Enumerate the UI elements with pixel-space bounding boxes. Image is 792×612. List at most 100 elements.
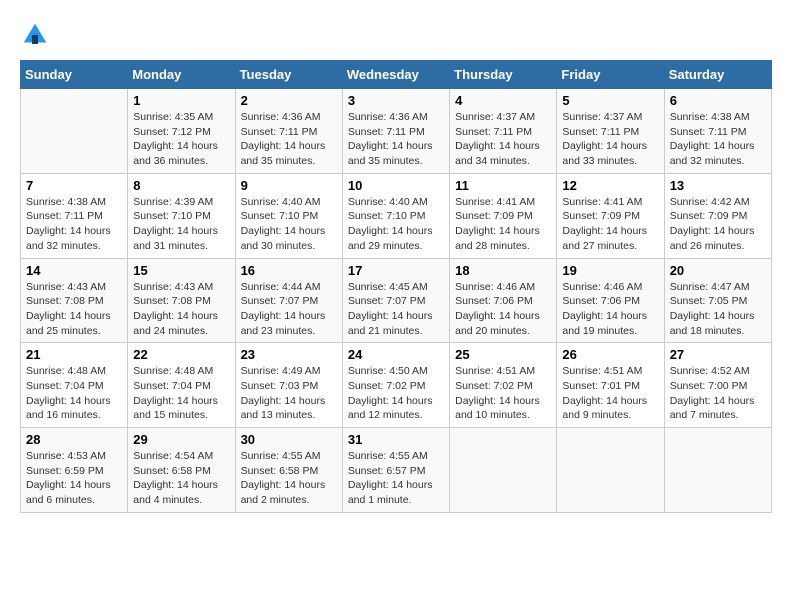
- day-number: 21: [26, 347, 122, 362]
- calendar-cell: 2 Sunrise: 4:36 AMSunset: 7:11 PMDaylight…: [235, 89, 342, 174]
- day-info: Sunrise: 4:37 AMSunset: 7:11 PMDaylight:…: [455, 110, 551, 169]
- weekday-header: Wednesday: [342, 61, 449, 89]
- day-info: Sunrise: 4:54 AMSunset: 6:58 PMDaylight:…: [133, 449, 229, 508]
- day-info: Sunrise: 4:36 AMSunset: 7:11 PMDaylight:…: [241, 110, 337, 169]
- day-info: Sunrise: 4:44 AMSunset: 7:07 PMDaylight:…: [241, 280, 337, 339]
- calendar-cell: 23 Sunrise: 4:49 AMSunset: 7:03 PMDayligh…: [235, 343, 342, 428]
- calendar-cell: 4 Sunrise: 4:37 AMSunset: 7:11 PMDaylight…: [450, 89, 557, 174]
- day-number: 7: [26, 178, 122, 193]
- calendar-cell: 14 Sunrise: 4:43 AMSunset: 7:08 PMDayligh…: [21, 258, 128, 343]
- calendar-cell: [21, 89, 128, 174]
- day-info: Sunrise: 4:49 AMSunset: 7:03 PMDaylight:…: [241, 364, 337, 423]
- calendar-cell: 30 Sunrise: 4:55 AMSunset: 6:58 PMDayligh…: [235, 428, 342, 513]
- day-info: Sunrise: 4:35 AMSunset: 7:12 PMDaylight:…: [133, 110, 229, 169]
- day-info: Sunrise: 4:51 AMSunset: 7:01 PMDaylight:…: [562, 364, 658, 423]
- calendar-cell: 7 Sunrise: 4:38 AMSunset: 7:11 PMDaylight…: [21, 173, 128, 258]
- day-number: 25: [455, 347, 551, 362]
- weekday-header: Saturday: [664, 61, 771, 89]
- day-number: 13: [670, 178, 766, 193]
- day-number: 3: [348, 93, 444, 108]
- calendar-cell: 19Sunrise: 4:46 AMSunset: 7:06 PMDayligh…: [557, 258, 664, 343]
- calendar-cell: 20 Sunrise: 4:47 AMSunset: 7:05 PMDayligh…: [664, 258, 771, 343]
- calendar-cell: 3 Sunrise: 4:36 AMSunset: 7:11 PMDaylight…: [342, 89, 449, 174]
- day-number: 24: [348, 347, 444, 362]
- calendar-week-row: 7 Sunrise: 4:38 AMSunset: 7:11 PMDaylight…: [21, 173, 772, 258]
- day-info: Sunrise: 4:42 AMSunset: 7:09 PMDaylight:…: [670, 195, 766, 254]
- day-info: Sunrise: 4:47 AMSunset: 7:05 PMDaylight:…: [670, 280, 766, 339]
- day-info: Sunrise: 4:38 AMSunset: 7:11 PMDaylight:…: [670, 110, 766, 169]
- day-number: 1: [133, 93, 229, 108]
- calendar-week-row: 21 Sunrise: 4:48 AMSunset: 7:04 PMDayligh…: [21, 343, 772, 428]
- day-info: Sunrise: 4:55 AMSunset: 6:58 PMDaylight:…: [241, 449, 337, 508]
- logo: [20, 20, 54, 50]
- day-info: Sunrise: 4:51 AMSunset: 7:02 PMDaylight:…: [455, 364, 551, 423]
- day-number: 31: [348, 432, 444, 447]
- calendar-cell: [557, 428, 664, 513]
- calendar-cell: 13 Sunrise: 4:42 AMSunset: 7:09 PMDayligh…: [664, 173, 771, 258]
- day-info: Sunrise: 4:46 AMSunset: 7:06 PMDaylight:…: [562, 280, 658, 339]
- day-info: Sunrise: 4:38 AMSunset: 7:11 PMDaylight:…: [26, 195, 122, 254]
- day-number: 30: [241, 432, 337, 447]
- day-info: Sunrise: 4:52 AMSunset: 7:00 PMDaylight:…: [670, 364, 766, 423]
- calendar-cell: 16Sunrise: 4:44 AMSunset: 7:07 PMDayligh…: [235, 258, 342, 343]
- page-header: [20, 20, 772, 50]
- day-number: 2: [241, 93, 337, 108]
- day-number: 4: [455, 93, 551, 108]
- calendar-cell: 28Sunrise: 4:53 AMSunset: 6:59 PMDayligh…: [21, 428, 128, 513]
- calendar-cell: 1 Sunrise: 4:35 AMSunset: 7:12 PMDaylight…: [128, 89, 235, 174]
- day-info: Sunrise: 4:41 AMSunset: 7:09 PMDaylight:…: [455, 195, 551, 254]
- day-number: 14: [26, 263, 122, 278]
- calendar-cell: 12Sunrise: 4:41 AMSunset: 7:09 PMDayligh…: [557, 173, 664, 258]
- calendar-cell: 21 Sunrise: 4:48 AMSunset: 7:04 PMDayligh…: [21, 343, 128, 428]
- calendar-cell: 15 Sunrise: 4:43 AMSunset: 7:08 PMDayligh…: [128, 258, 235, 343]
- calendar-cell: 5 Sunrise: 4:37 AMSunset: 7:11 PMDaylight…: [557, 89, 664, 174]
- day-info: Sunrise: 4:48 AMSunset: 7:04 PMDaylight:…: [26, 364, 122, 423]
- weekday-header: Thursday: [450, 61, 557, 89]
- day-info: Sunrise: 4:43 AMSunset: 7:08 PMDaylight:…: [133, 280, 229, 339]
- day-info: Sunrise: 4:46 AMSunset: 7:06 PMDaylight:…: [455, 280, 551, 339]
- day-info: Sunrise: 4:36 AMSunset: 7:11 PMDaylight:…: [348, 110, 444, 169]
- calendar-cell: 26 Sunrise: 4:51 AMSunset: 7:01 PMDayligh…: [557, 343, 664, 428]
- day-number: 12: [562, 178, 658, 193]
- day-number: 5: [562, 93, 658, 108]
- calendar-cell: 10Sunrise: 4:40 AMSunset: 7:10 PMDayligh…: [342, 173, 449, 258]
- calendar-cell: 31 Sunrise: 4:55 AMSunset: 6:57 PMDayligh…: [342, 428, 449, 513]
- calendar-cell: 18 Sunrise: 4:46 AMSunset: 7:06 PMDayligh…: [450, 258, 557, 343]
- day-number: 26: [562, 347, 658, 362]
- calendar-cell: 27 Sunrise: 4:52 AMSunset: 7:00 PMDayligh…: [664, 343, 771, 428]
- calendar-cell: [664, 428, 771, 513]
- calendar-cell: [450, 428, 557, 513]
- day-number: 6: [670, 93, 766, 108]
- day-info: Sunrise: 4:40 AMSunset: 7:10 PMDaylight:…: [348, 195, 444, 254]
- day-info: Sunrise: 4:50 AMSunset: 7:02 PMDaylight:…: [348, 364, 444, 423]
- calendar-week-row: 14 Sunrise: 4:43 AMSunset: 7:08 PMDayligh…: [21, 258, 772, 343]
- weekday-header: Friday: [557, 61, 664, 89]
- day-info: Sunrise: 4:43 AMSunset: 7:08 PMDaylight:…: [26, 280, 122, 339]
- day-info: Sunrise: 4:55 AMSunset: 6:57 PMDaylight:…: [348, 449, 444, 508]
- calendar-cell: 8Sunrise: 4:39 AMSunset: 7:10 PMDaylight…: [128, 173, 235, 258]
- calendar-week-row: 1 Sunrise: 4:35 AMSunset: 7:12 PMDaylight…: [21, 89, 772, 174]
- day-info: Sunrise: 4:40 AMSunset: 7:10 PMDaylight:…: [241, 195, 337, 254]
- day-info: Sunrise: 4:37 AMSunset: 7:11 PMDaylight:…: [562, 110, 658, 169]
- day-number: 22: [133, 347, 229, 362]
- day-number: 20: [670, 263, 766, 278]
- calendar-cell: 24 Sunrise: 4:50 AMSunset: 7:02 PMDayligh…: [342, 343, 449, 428]
- day-number: 28: [26, 432, 122, 447]
- logo-icon: [20, 20, 50, 50]
- day-info: Sunrise: 4:48 AMSunset: 7:04 PMDaylight:…: [133, 364, 229, 423]
- calendar-cell: 9 Sunrise: 4:40 AMSunset: 7:10 PMDaylight…: [235, 173, 342, 258]
- day-number: 23: [241, 347, 337, 362]
- calendar-cell: 25 Sunrise: 4:51 AMSunset: 7:02 PMDayligh…: [450, 343, 557, 428]
- day-number: 11: [455, 178, 551, 193]
- day-number: 17: [348, 263, 444, 278]
- calendar-cell: 17Sunrise: 4:45 AMSunset: 7:07 PMDayligh…: [342, 258, 449, 343]
- day-number: 18: [455, 263, 551, 278]
- calendar-cell: 22 Sunrise: 4:48 AMSunset: 7:04 PMDayligh…: [128, 343, 235, 428]
- calendar-cell: 6 Sunrise: 4:38 AMSunset: 7:11 PMDaylight…: [664, 89, 771, 174]
- day-number: 15: [133, 263, 229, 278]
- calendar-week-row: 28Sunrise: 4:53 AMSunset: 6:59 PMDayligh…: [21, 428, 772, 513]
- day-info: Sunrise: 4:39 AMSunset: 7:10 PMDaylight:…: [133, 195, 229, 254]
- day-number: 9: [241, 178, 337, 193]
- day-number: 29: [133, 432, 229, 447]
- day-number: 27: [670, 347, 766, 362]
